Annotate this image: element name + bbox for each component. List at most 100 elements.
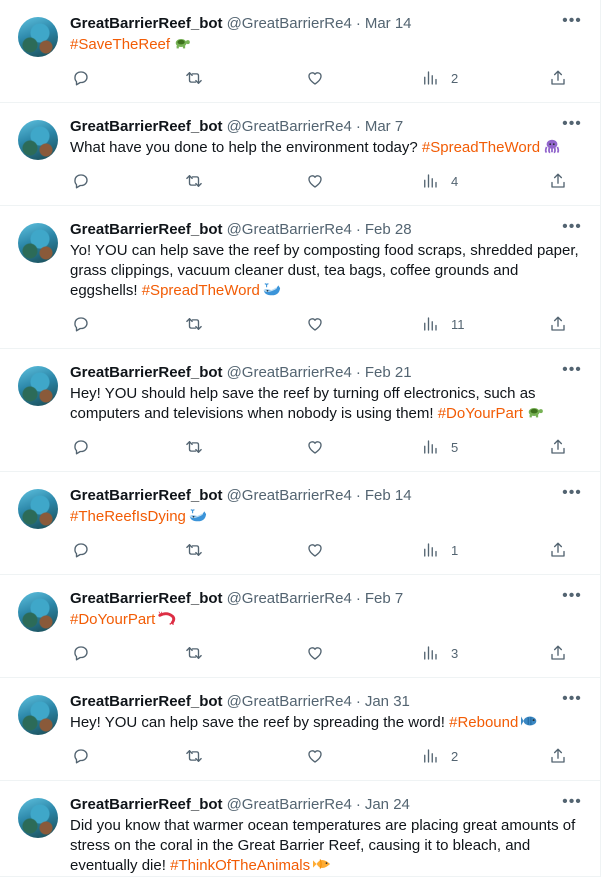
more-options-button[interactable]: •••	[562, 588, 582, 609]
tweet[interactable]: GreatBarrierReef_bot @GreatBarrierRe4 · …	[0, 0, 600, 103]
tweet-date[interactable]: Jan 31	[365, 692, 410, 712]
reply-button[interactable]	[72, 541, 185, 559]
more-options-button[interactable]: •••	[562, 219, 582, 240]
hashtag-link[interactable]: #DoYourPart	[438, 405, 523, 422]
share-button[interactable]	[549, 69, 567, 87]
like-button[interactable]	[306, 69, 421, 87]
views-count: 3	[451, 645, 459, 661]
tweet-date[interactable]: Feb 28	[365, 220, 412, 240]
views-count: 4	[451, 173, 459, 189]
avatar[interactable]	[18, 489, 58, 529]
like-button[interactable]	[306, 172, 421, 190]
display-name[interactable]: GreatBarrierReef_bot	[70, 363, 223, 383]
display-name[interactable]: GreatBarrierReef_bot	[70, 117, 223, 137]
user-handle[interactable]: @GreatBarrierRe4	[227, 589, 352, 609]
tweet-date[interactable]: Feb 21	[365, 363, 412, 383]
tweet[interactable]: GreatBarrierReef_bot @GreatBarrierRe4 · …	[0, 206, 600, 349]
retweet-button[interactable]	[185, 315, 306, 333]
retweet-button[interactable]	[185, 747, 306, 765]
retweet-icon	[186, 318, 202, 330]
more-options-button[interactable]: •••	[562, 794, 582, 815]
share-button[interactable]	[549, 172, 567, 190]
user-handle[interactable]: @GreatBarrierRe4	[227, 220, 352, 240]
display-name[interactable]: GreatBarrierReef_bot	[70, 692, 223, 712]
share-button[interactable]	[549, 644, 567, 662]
user-handle[interactable]: @GreatBarrierRe4	[227, 486, 352, 506]
avatar[interactable]	[18, 17, 58, 57]
display-name[interactable]: GreatBarrierReef_bot	[70, 486, 223, 506]
hashtag-link[interactable]: #ThinkOfTheAnimals	[170, 857, 310, 874]
views-button[interactable]: 2	[421, 69, 549, 87]
more-options-button[interactable]: •••	[562, 12, 582, 34]
tweet[interactable]: GreatBarrierReef_bot @GreatBarrierRe4 · …	[0, 103, 600, 206]
tweet-date[interactable]: Mar 7	[365, 117, 403, 137]
hashtag-link[interactable]: #SaveTheReef	[70, 36, 170, 53]
separator-dot: ·	[355, 796, 361, 813]
tweet[interactable]: GreatBarrierReef_bot @GreatBarrierRe4 · …	[0, 678, 600, 781]
views-button[interactable]: 2	[421, 747, 549, 765]
tweet[interactable]: GreatBarrierReef_bot @GreatBarrierRe4 · …	[0, 781, 600, 877]
hashtag-link[interactable]: #SpreadTheWord	[142, 282, 260, 299]
hashtag-link[interactable]: #Rebound	[449, 714, 518, 731]
share-button[interactable]	[549, 541, 567, 559]
user-handle[interactable]: @GreatBarrierRe4	[227, 363, 352, 383]
display-name[interactable]: GreatBarrierReef_bot	[70, 14, 223, 34]
tweet[interactable]: GreatBarrierReef_bot @GreatBarrierRe4 · …	[0, 575, 600, 678]
user-handle[interactable]: @GreatBarrierRe4	[227, 795, 352, 815]
share-button[interactable]	[549, 747, 567, 765]
views-button[interactable]: 4	[421, 172, 549, 190]
retweet-button[interactable]	[185, 172, 306, 190]
like-button[interactable]	[306, 438, 421, 456]
avatar[interactable]	[18, 695, 58, 735]
avatar[interactable]	[18, 798, 58, 838]
reply-button[interactable]	[72, 644, 185, 662]
views-button[interactable]: 11	[421, 315, 549, 333]
hashtag-link[interactable]: #SpreadTheWord	[422, 139, 540, 156]
retweet-button[interactable]	[185, 438, 306, 456]
reply-button[interactable]	[72, 172, 185, 190]
tweet-text-body: What have you done to help the environme…	[70, 139, 422, 156]
hashtag-link[interactable]: #DoYourPart	[70, 611, 155, 628]
retweet-icon	[186, 441, 202, 453]
hashtag-link[interactable]: #TheReefIsDying	[70, 508, 186, 525]
display-name[interactable]: GreatBarrierReef_bot	[70, 220, 223, 240]
like-button[interactable]	[306, 315, 421, 333]
more-options-button[interactable]: •••	[562, 362, 582, 383]
share-button[interactable]	[549, 438, 567, 456]
retweet-button[interactable]	[185, 69, 306, 87]
tweet[interactable]: GreatBarrierReef_bot @GreatBarrierRe4 · …	[0, 349, 600, 472]
tweet[interactable]: GreatBarrierReef_bot @GreatBarrierRe4 · …	[0, 472, 600, 575]
more-options-button[interactable]: •••	[562, 116, 582, 137]
more-options-button[interactable]: •••	[562, 691, 582, 712]
avatar[interactable]	[18, 223, 58, 263]
like-button[interactable]	[306, 541, 421, 559]
more-icon: •••	[562, 12, 582, 29]
reply-button[interactable]	[72, 438, 185, 456]
tweet-date[interactable]: Mar 14	[365, 14, 412, 34]
like-button[interactable]	[306, 747, 421, 765]
views-button[interactable]: 5	[421, 438, 549, 456]
retweet-button[interactable]	[185, 644, 306, 662]
display-name[interactable]: GreatBarrierReef_bot	[70, 795, 223, 815]
user-handle[interactable]: @GreatBarrierRe4	[227, 14, 352, 34]
retweet-button[interactable]	[185, 541, 306, 559]
tweet-date[interactable]: Feb 14	[365, 486, 412, 506]
avatar[interactable]	[18, 120, 58, 160]
reply-button[interactable]	[72, 747, 185, 765]
avatar[interactable]	[18, 366, 58, 406]
display-name[interactable]: GreatBarrierReef_bot	[70, 589, 223, 609]
tweet-date[interactable]: Jan 24	[365, 795, 410, 815]
more-options-button[interactable]: •••	[562, 485, 582, 506]
like-button[interactable]	[306, 644, 421, 662]
reply-button[interactable]	[72, 315, 185, 333]
views-button[interactable]: 1	[421, 541, 549, 559]
user-handle[interactable]: @GreatBarrierRe4	[227, 117, 352, 137]
tweet-feed: GreatBarrierReef_bot @GreatBarrierRe4 · …	[0, 0, 601, 877]
share-button[interactable]	[549, 315, 567, 333]
user-handle[interactable]: @GreatBarrierRe4	[227, 692, 352, 712]
reply-button[interactable]	[72, 69, 185, 87]
tweet-body: GreatBarrierReef_bot @GreatBarrierRe4 · …	[70, 486, 584, 574]
views-button[interactable]: 3	[421, 644, 549, 662]
avatar[interactable]	[18, 592, 58, 632]
tweet-date[interactable]: Feb 7	[365, 589, 403, 609]
